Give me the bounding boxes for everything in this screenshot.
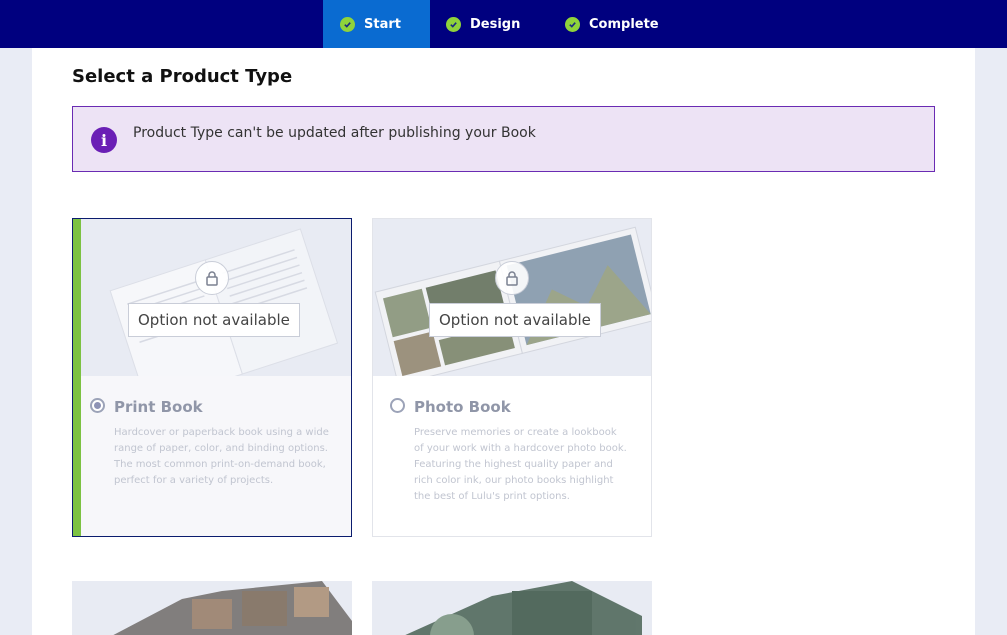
step-complete[interactable]: Complete [565,0,659,48]
check-icon [446,16,461,32]
product-card-photo-book[interactable]: Option not available Photo Book Preserve… [372,218,652,537]
notice-message: Product Type can't be updated after publ… [133,125,536,141]
unavailable-label: Option not available [429,303,601,337]
product-title: Photo Book [414,398,511,416]
product-card-comic-book[interactable] [72,581,352,635]
info-notice: i Product Type can't be updated after pu… [72,106,935,172]
product-description: Preserve memories or create a lookbook o… [414,427,627,502]
print-book-image [81,219,351,376]
wizard-stepper: Start Design Complete [0,0,1007,48]
photo-book-image [373,219,651,376]
radio-print-book[interactable] [90,398,105,413]
check-icon [340,16,355,32]
radio-photo-book[interactable] [390,398,405,413]
step-label: Complete [589,16,659,32]
selected-accent-bar [73,219,81,536]
product-description: Hardcover or paperback book using a wide… [114,427,329,486]
product-card-magazine[interactable] [372,581,652,635]
info-icon: i [91,127,117,153]
product-card-print-book[interactable]: Option not available Print Book Hardcove… [72,218,352,537]
magazine-image [372,581,652,635]
step-design[interactable]: Design [446,0,520,48]
lock-icon [495,261,529,295]
comic-book-image [72,581,352,635]
page-title: Select a Product Type [72,66,293,87]
unavailable-label: Option not available [128,303,300,337]
product-title: Print Book [114,398,203,416]
step-label: Design [470,16,521,32]
step-start[interactable]: Start [323,0,430,48]
check-icon [565,16,580,32]
step-label: Start [364,16,401,32]
lock-icon [195,261,229,295]
